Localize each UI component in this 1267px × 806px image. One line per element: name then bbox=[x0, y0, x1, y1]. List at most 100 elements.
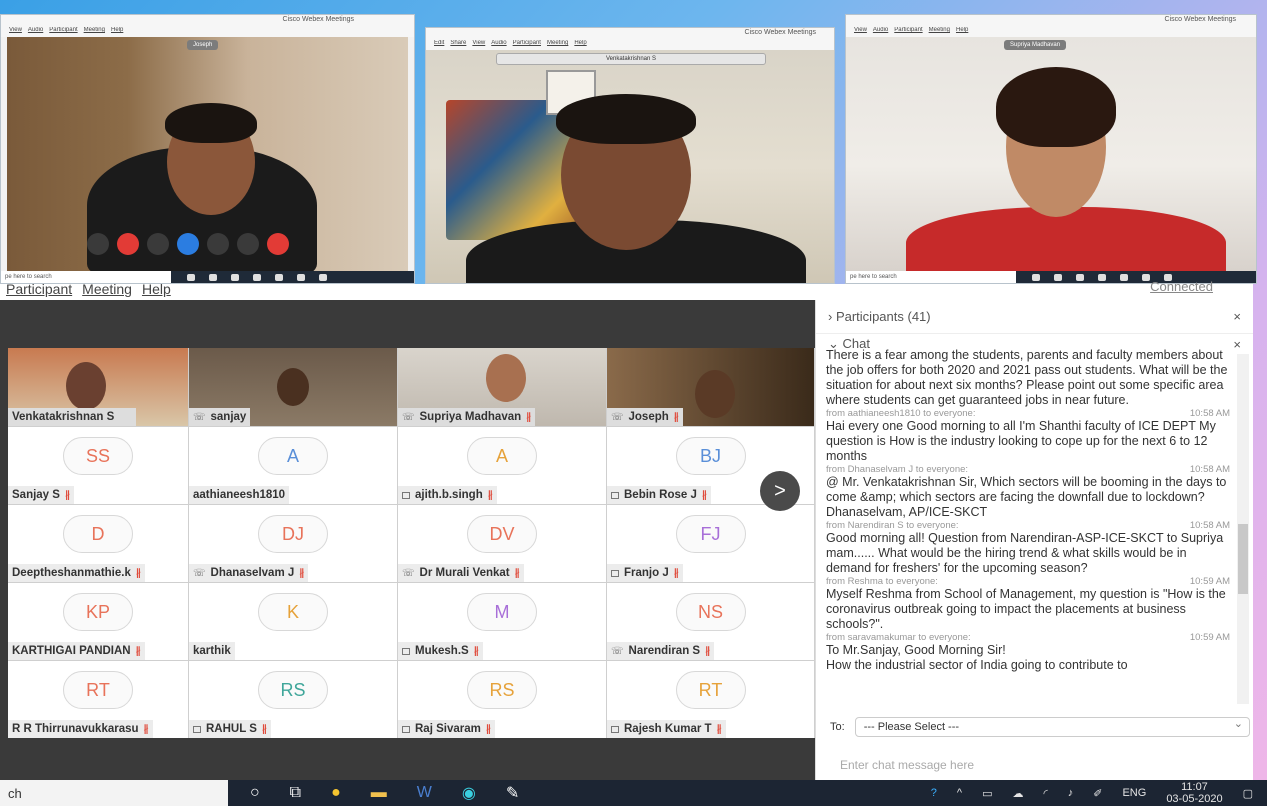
participant-tile[interactable]: M Mukesh.S ∦ bbox=[398, 583, 606, 660]
wifi-icon[interactable]: ◜ bbox=[1043, 787, 1047, 800]
participant-tile[interactable]: Aajith.b.singh ∦ bbox=[398, 427, 606, 504]
video-tile[interactable]: Venkatakrishnan S bbox=[8, 348, 188, 426]
menu-participant[interactable]: Participant bbox=[513, 40, 541, 46]
pen-icon[interactable]: ✐ bbox=[1093, 787, 1102, 800]
participant-tile[interactable]: NS ☏ Narendiran S ∦ bbox=[607, 583, 814, 660]
menu-participant[interactable]: Participant bbox=[6, 284, 72, 297]
participant-tile[interactable]: RS Raj Sivaram ∦ bbox=[398, 661, 606, 738]
active-speaker-strip bbox=[8, 300, 815, 348]
video-tile[interactable]: ☏ Supriya Madhavan ∦ bbox=[398, 348, 606, 426]
participant-label: Sanjay S ∦ bbox=[8, 486, 74, 504]
video-off-button[interactable] bbox=[117, 233, 139, 255]
menu-help[interactable]: Help bbox=[142, 284, 171, 297]
phone-icon: ☏ bbox=[611, 411, 624, 423]
participant-tile[interactable]: RT R R Thirrunavukkarasu ∦ bbox=[8, 661, 188, 738]
share-button[interactable] bbox=[147, 233, 169, 255]
taskbar-search[interactable]: ch bbox=[0, 780, 228, 806]
recipient-select[interactable]: --- Please Select --- bbox=[854, 717, 1250, 737]
participant-avatar: RT bbox=[675, 671, 746, 709]
menu-meeting[interactable]: Meeting bbox=[82, 284, 132, 297]
participant-tile[interactable]: DJ ☏ Dhanaselvam J ∦ bbox=[189, 505, 397, 582]
participants-panel-header[interactable]: › Participants (41) × bbox=[816, 300, 1253, 334]
menu-help[interactable]: Help bbox=[956, 27, 968, 33]
participant-tile[interactable]: DV ☏ Dr Murali Venkat ∦ bbox=[398, 505, 606, 582]
cortana-icon[interactable]: ○ bbox=[250, 784, 260, 802]
participant-avatar: A bbox=[258, 437, 328, 475]
muted-icon: ∦ bbox=[487, 489, 493, 501]
menu-audio[interactable]: Audio bbox=[28, 27, 43, 33]
muted-icon: ∦ bbox=[716, 723, 722, 735]
task-view-icon[interactable]: ⧉ bbox=[290, 784, 301, 802]
connection-status[interactable]: Connected bbox=[1150, 280, 1213, 293]
video-tile[interactable]: ☏ sanjay bbox=[189, 348, 397, 426]
more-button[interactable] bbox=[237, 233, 259, 255]
chat-messages[interactable]: There is a fear among the students, pare… bbox=[826, 348, 1230, 698]
menu-participant[interactable]: Participant bbox=[49, 27, 77, 33]
close-icon[interactable]: × bbox=[1233, 337, 1241, 352]
word-icon[interactable]: W bbox=[417, 784, 432, 802]
mini-search[interactable]: pe here to search bbox=[1, 271, 171, 283]
speaker-name: Supriya Madhavan bbox=[1004, 40, 1067, 50]
muted-icon: ∦ bbox=[135, 567, 141, 579]
chat-scrollbar[interactable] bbox=[1237, 354, 1249, 704]
participant-tile[interactable]: SS Sanjay S ∦ bbox=[8, 427, 188, 504]
battery-icon[interactable]: ▭ bbox=[982, 787, 992, 800]
participant-name: R R Thirrunavukkarasu bbox=[12, 723, 139, 735]
menu-edit[interactable]: Edit bbox=[434, 40, 444, 46]
next-page-button[interactable]: > bbox=[760, 471, 800, 511]
notifications-icon[interactable]: ▢ bbox=[1243, 787, 1253, 800]
menu-view[interactable]: View bbox=[854, 27, 867, 33]
chevron-up-icon[interactable]: ^ bbox=[957, 787, 962, 799]
mini-search[interactable]: pe here to search bbox=[846, 271, 1016, 283]
chat-sender: from aathianeesh1810 to everyone: bbox=[826, 408, 976, 419]
menu-audio[interactable]: Audio bbox=[873, 27, 888, 33]
participant-tile[interactable]: D Deeptheshanmathie.k ∦ bbox=[8, 505, 188, 582]
mic-button[interactable] bbox=[87, 233, 109, 255]
menu-meeting[interactable]: Meeting bbox=[929, 27, 950, 33]
leave-button[interactable] bbox=[267, 233, 289, 255]
tile-person-head bbox=[695, 370, 735, 418]
participant-avatar: DJ bbox=[258, 515, 328, 553]
tile-person-head bbox=[66, 362, 106, 410]
participant-avatar: NS bbox=[675, 593, 746, 631]
chrome-icon[interactable]: ● bbox=[331, 784, 341, 802]
menu-help[interactable]: Help bbox=[574, 40, 586, 46]
clock[interactable]: 11:07 03-05-2020 bbox=[1166, 781, 1222, 805]
paint-icon[interactable]: ✎ bbox=[506, 783, 519, 803]
language-indicator[interactable]: ENG bbox=[1122, 787, 1146, 799]
chat-text: @ Mr. Venkatakrishnan Sir, Which sectors… bbox=[826, 475, 1227, 519]
participant-tile[interactable]: RS RAHUL S ∦ bbox=[189, 661, 397, 738]
participant-label: ☏ Dr Murali Venkat ∦ bbox=[398, 564, 524, 582]
menu-meeting[interactable]: Meeting bbox=[84, 27, 105, 33]
chat-message-meta: from Narendiran S to everyone: 10:58 AM bbox=[826, 520, 1230, 531]
paint-icon bbox=[319, 273, 327, 281]
participant-tile[interactable]: FJ Franjo J ∦ bbox=[607, 505, 814, 582]
chat-button[interactable] bbox=[207, 233, 229, 255]
webex-icon[interactable]: ◉ bbox=[462, 783, 476, 803]
menu-participant[interactable]: Participant bbox=[894, 27, 922, 33]
video-tile[interactable]: ☏ Joseph ∦ bbox=[607, 348, 814, 426]
volume-icon[interactable]: ♪ bbox=[1068, 787, 1074, 799]
participant-name: KARTHIGAI PANDIAN bbox=[12, 645, 131, 657]
muted-icon: ∦ bbox=[514, 567, 520, 579]
cloud-icon[interactable]: ☁ bbox=[1012, 787, 1023, 800]
menu-meeting[interactable]: Meeting bbox=[547, 40, 568, 46]
menu-view[interactable]: View bbox=[9, 27, 22, 33]
muted-icon: ∦ bbox=[135, 645, 141, 657]
computer-icon bbox=[611, 491, 619, 499]
scroll-thumb[interactable] bbox=[1238, 524, 1248, 594]
participant-tile[interactable]: RT Rajesh Kumar T ∦ bbox=[607, 661, 814, 738]
participant-tile[interactable]: Aaathianeesh1810 bbox=[189, 427, 397, 504]
menu-view[interactable]: View bbox=[472, 40, 485, 46]
participant-tile[interactable]: KP KARTHIGAI PANDIAN ∦ bbox=[8, 583, 188, 660]
menu-share[interactable]: Share bbox=[450, 40, 466, 46]
participant-tile[interactable]: Kkarthik bbox=[189, 583, 397, 660]
close-icon[interactable]: × bbox=[1233, 309, 1241, 324]
help-icon[interactable]: ? bbox=[931, 787, 937, 799]
menu-help[interactable]: Help bbox=[111, 27, 123, 33]
menu-audio[interactable]: Audio bbox=[491, 40, 506, 46]
chat-input[interactable]: Enter chat message here bbox=[840, 758, 974, 772]
file-explorer-icon[interactable]: ▬ bbox=[371, 784, 387, 802]
participants-button[interactable] bbox=[177, 233, 199, 255]
participant-name: Narendiran S bbox=[628, 645, 701, 657]
